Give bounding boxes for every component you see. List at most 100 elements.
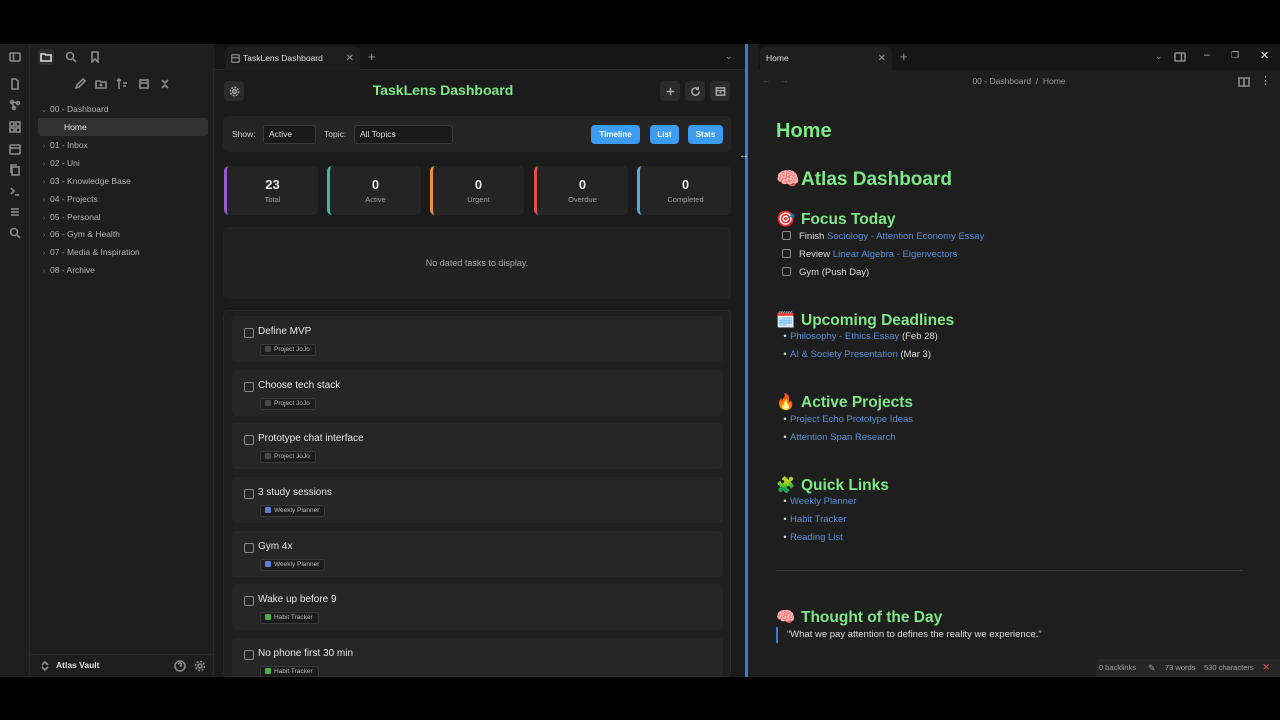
internal-link[interactable]: Sociology - Attention Economy Essay [827,231,984,242]
folder-item[interactable]: › 01 - Inbox [38,136,208,154]
expand-all-icon[interactable] [137,77,151,91]
internal-link[interactable]: Project Echo Prototype Ideas [790,414,913,425]
folder-item[interactable]: › 03 - Knowledge Base [38,172,208,190]
internal-link[interactable]: Linear Algebra - Eigenvectors [833,249,958,260]
task-row[interactable]: Wake up before 9 Habit Tracker [232,584,723,630]
graph-icon[interactable] [8,98,22,112]
search-icon[interactable] [64,50,78,64]
vault-name[interactable]: Atlas Vault [56,660,99,670]
task-row[interactable]: Prototype chat interface Project JoJo [232,423,723,469]
tab-tasklens-dashboard[interactable]: TaskLens Dashboard ✕ [225,47,360,70]
folder-item[interactable]: › 04 - Projects [38,190,208,208]
timeline-button[interactable]: Timeline [591,125,640,144]
folder-item[interactable]: › 08 - Archive [38,261,208,279]
dashboard-icon [230,53,240,63]
new-note-icon[interactable] [73,77,87,91]
help-icon[interactable] [173,659,187,673]
pane-resize-handle[interactable] [745,44,748,677]
task-checkbox[interactable] [244,489,254,499]
file-item-home[interactable]: Home [38,118,208,136]
sort-icon[interactable] [115,77,129,91]
task-tag[interactable]: Habit Tracker [260,612,319,624]
internal-link[interactable]: Attention Span Research [790,432,896,443]
folder-item[interactable]: › 07 - Media & Inspiration [38,243,208,261]
new-tab-icon[interactable]: + [368,49,376,64]
tab-bar: Home ✕ + ⌄ – ❐ ✕ [758,44,1280,70]
restore-icon[interactable]: ❐ [1231,50,1239,61]
sync-error-icon[interactable]: ⨯ [1262,659,1270,677]
gear-icon[interactable] [193,659,207,673]
task-row[interactable]: Define MVP Project JoJo [232,316,723,362]
close-tab-icon[interactable]: ✕ [878,47,886,70]
folder-item[interactable]: › 06 - Gym & Health [38,225,208,243]
list-icon[interactable] [8,205,22,219]
stat-value: 0 [681,177,690,192]
chevron-updown-icon[interactable] [39,659,51,673]
task-row[interactable]: Choose tech stack Project JoJo [232,370,723,416]
task-checkbox[interactable] [782,267,791,276]
close-tab-icon[interactable]: ✕ [346,47,354,70]
grid-icon[interactable] [8,120,22,134]
add-task-button[interactable] [660,81,680,101]
task-checkbox[interactable] [244,596,254,606]
reading-view-icon[interactable] [1238,76,1250,88]
internal-link[interactable]: AI & Society Presentation [790,349,898,360]
internal-link[interactable]: Philosophy - Ethics Essay [790,331,899,342]
task-tag[interactable]: Project JoJo [260,344,316,356]
backlinks-count[interactable]: 0 backlinks [1099,659,1136,677]
topic-select[interactable]: All Topics [354,125,453,144]
collapse-all-icon[interactable] [158,77,172,91]
task-checkbox[interactable] [244,435,254,445]
sidebar-right-icon[interactable] [1174,51,1186,63]
task-tag[interactable]: Project JoJo [260,398,316,410]
task-tag[interactable]: Habit Tracker [260,666,319,676]
more-options-icon[interactable]: ⋮ [1260,74,1271,87]
tab-home[interactable]: Home ✕ [760,47,892,70]
folder-item[interactable]: › 05 - Personal [38,208,208,226]
bookmark-icon[interactable] [88,50,102,64]
folder-item[interactable]: › 02 - Uni [38,154,208,172]
task-tag[interactable]: Weekly Planner [260,559,326,571]
chevron-down-icon[interactable]: ⌄ [725,51,733,62]
internal-link[interactable]: Weekly Planner [790,496,856,507]
task-checkbox[interactable] [244,650,254,660]
new-tab-icon[interactable]: + [900,49,908,64]
folder-icon[interactable] [38,49,54,65]
topic-label: Topic: [324,129,347,139]
task-checkbox[interactable] [244,382,254,392]
folder-item[interactable]: ⌄ 00 - Dashboard [38,100,208,118]
new-folder-icon[interactable] [94,77,108,91]
tag-icon [265,614,271,620]
task-checkbox[interactable] [782,231,791,240]
task-tag[interactable]: Weekly Planner [260,505,326,517]
list-button[interactable]: List [650,125,679,144]
task-row[interactable]: 3 study sessions Weekly Planner [232,477,723,523]
archive-button[interactable] [710,81,730,101]
stats-button[interactable]: Stats [688,125,723,144]
chevron-down-icon[interactable]: ⌄ [1155,51,1163,62]
internal-link[interactable]: Reading List [790,532,843,543]
task-row[interactable]: No phone first 30 min Habit Tracker [232,638,723,676]
copy-icon[interactable] [8,163,22,177]
target-icon: 🎯 [776,211,796,228]
task-checkbox[interactable] [782,249,791,258]
terminal-icon[interactable] [8,184,22,198]
sidebar-toggle-icon[interactable] [8,50,22,64]
minimize-icon[interactable]: – [1204,49,1210,61]
show-select[interactable]: Active [263,125,316,144]
close-window-icon[interactable]: ✕ [1260,49,1269,62]
calendar-icon[interactable] [8,142,22,156]
file-icon[interactable] [8,77,22,91]
task-tag[interactable]: Project JoJo [260,451,316,463]
task-checkbox[interactable] [244,328,254,338]
refresh-button[interactable] [685,81,705,101]
word-count: 73 words [1165,663,1196,672]
focus-item: Finish Sociology - Attention Economy Ess… [776,228,984,246]
stat-label: Urgent [467,195,490,204]
edit-icon[interactable]: ✎ [1148,659,1156,677]
internal-link[interactable]: Habit Tracker [790,514,847,525]
tag-icon [265,668,271,674]
search-icon[interactable] [8,226,22,240]
task-checkbox[interactable] [244,543,254,553]
task-row[interactable]: Gym 4x Weekly Planner [232,531,723,577]
